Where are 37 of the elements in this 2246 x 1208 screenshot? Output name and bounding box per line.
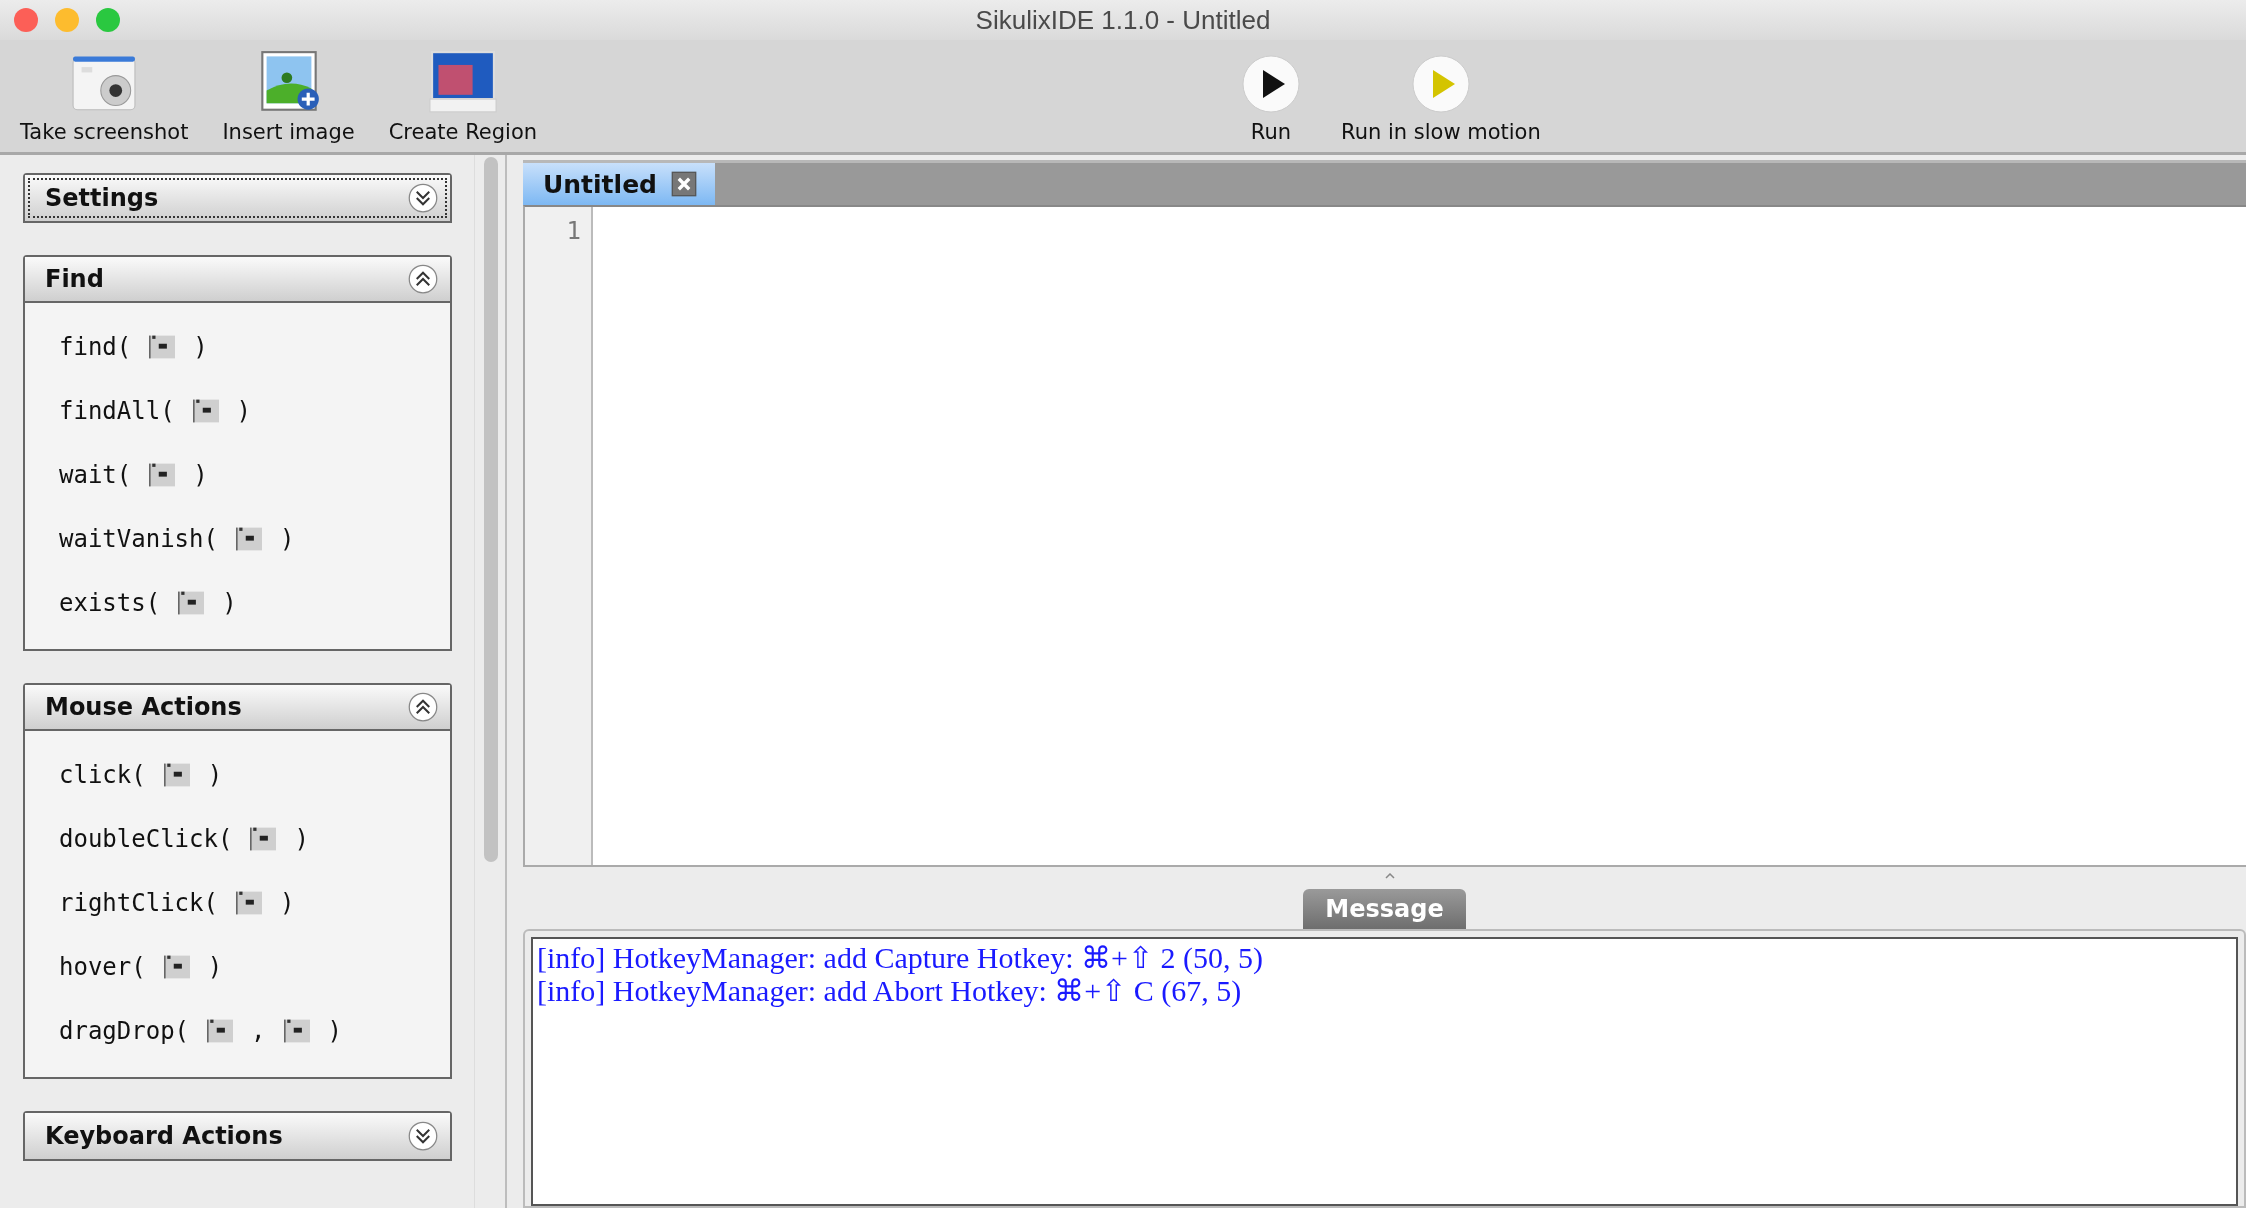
command-button[interactable]: doubleClick( )	[59, 817, 309, 861]
command-button[interactable]: findAll( )	[59, 389, 252, 433]
command-button[interactable]: exists( )	[59, 581, 237, 625]
play-icon	[1410, 54, 1471, 114]
toolbar-button[interactable]: Insert image	[216, 50, 361, 144]
play-icon	[1241, 54, 1301, 114]
command-button[interactable]: rightClick( )	[59, 881, 295, 925]
log-line: [info] HotkeyManager: add Abort Hotkey: ⌘+⇧ C (67, 5)	[537, 974, 1243, 1007]
scrollbar-thumb[interactable]	[484, 157, 498, 862]
command-button[interactable]: wait( )	[59, 453, 208, 497]
command-button[interactable]: dragDrop( , )	[59, 1009, 342, 1053]
zoom-button[interactable]	[96, 8, 120, 32]
collapse-icon	[408, 264, 438, 294]
close-button[interactable]	[14, 8, 38, 32]
command-button[interactable]: click( )	[59, 753, 223, 797]
line-number: 1	[566, 217, 581, 245]
command-button[interactable]: waitVanish( )	[59, 517, 295, 561]
command-button[interactable]: find( )	[59, 325, 208, 369]
collapse-icon	[408, 692, 438, 722]
toolbar-button[interactable]: Create Region	[382, 50, 544, 144]
expand-icon	[408, 183, 438, 213]
caret-icon[interactable]	[1384, 873, 1395, 879]
command-button[interactable]: hover( )	[59, 945, 223, 989]
expand-icon	[408, 1121, 438, 1151]
toolbar-button[interactable]: Run	[1235, 54, 1307, 144]
section-header[interactable]: Mouse Actions	[25, 685, 450, 731]
window-title: SikulixIDE 1.1.0 - Untitled	[975, 4, 1271, 36]
toolbar-button[interactable]: Take screenshot	[14, 50, 195, 144]
section-header[interactable]: Keyboard Actions	[25, 1113, 450, 1159]
editor-tab[interactable]: Untitled	[523, 163, 715, 205]
log-line: [info] HotkeyManager: add Capture Hotkey: ⌘+⇧ 2 (50, 5)	[537, 941, 1264, 974]
toolbar-button[interactable]: Run in slow motion	[1335, 54, 1547, 144]
section-header[interactable]: Settings	[25, 175, 450, 221]
message-tab[interactable]: Message	[1303, 889, 1466, 929]
close-icon[interactable]	[671, 171, 697, 197]
section-header[interactable]: Find	[25, 257, 450, 303]
minimize-button[interactable]	[55, 8, 79, 32]
